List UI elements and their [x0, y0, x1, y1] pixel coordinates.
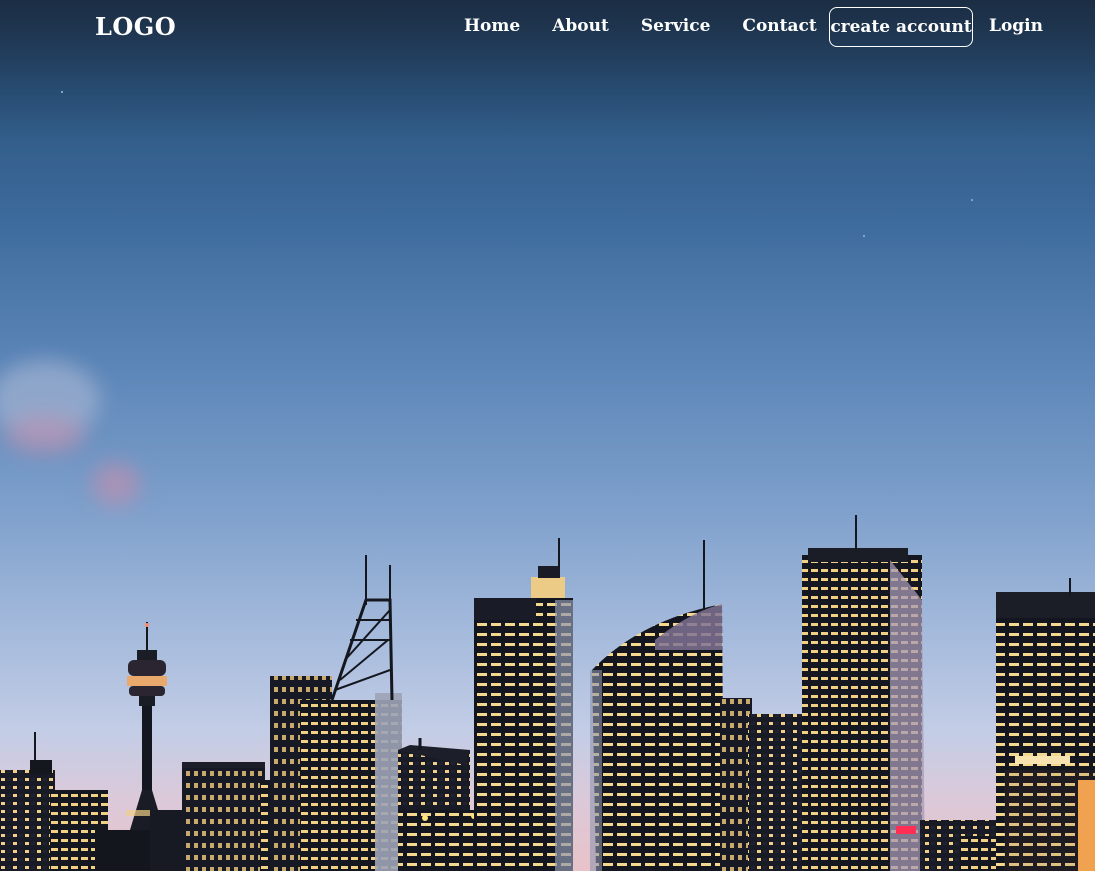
navbar: LOGO Home About Service Contact create a…: [0, 0, 1095, 56]
login-button[interactable]: Login: [989, 16, 1043, 36]
nav-links: Home About Service Contact: [464, 16, 817, 36]
hero-section: LOGO Home About Service Contact create a…: [0, 0, 1095, 871]
create-account-button[interactable]: create account: [829, 7, 973, 47]
logo[interactable]: LOGO: [95, 12, 176, 41]
nav-link-about[interactable]: About: [552, 16, 609, 36]
nav-link-contact[interactable]: Contact: [742, 16, 816, 36]
nav-link-service[interactable]: Service: [641, 16, 711, 36]
nav-link-home[interactable]: Home: [464, 16, 520, 36]
